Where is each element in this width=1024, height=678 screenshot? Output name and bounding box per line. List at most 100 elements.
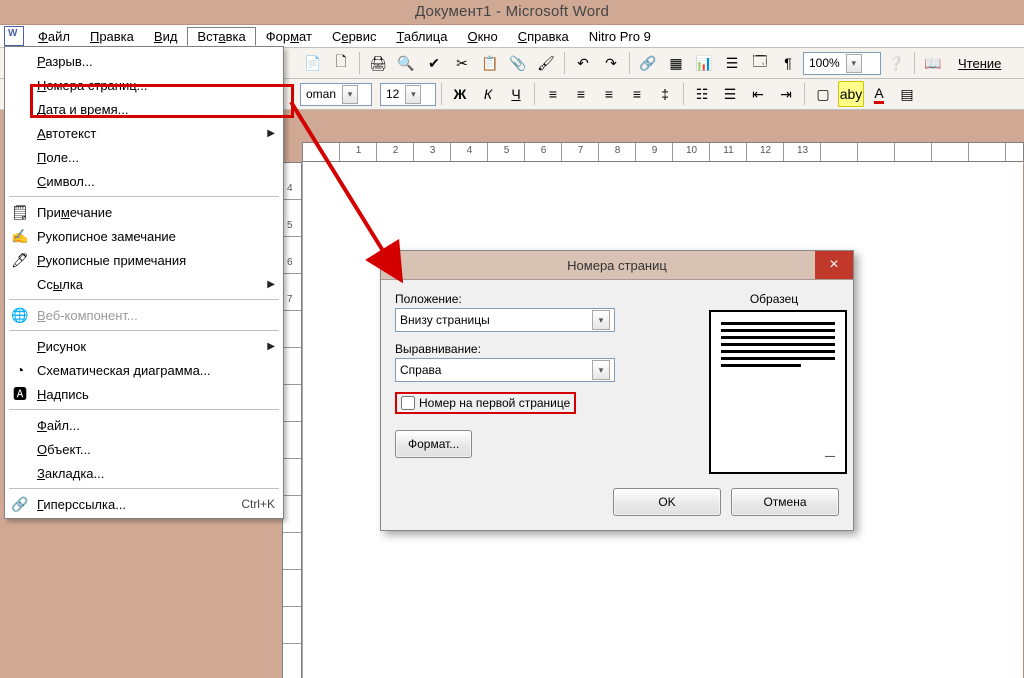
font-color-btn[interactable]: A <box>866 81 892 107</box>
dialog-title-bar[interactable]: Номера страниц × <box>381 251 853 280</box>
dialog-body: Положение: Внизу страницы ▾ Выравнивание… <box>381 280 853 530</box>
menu-справка[interactable]: Справка <box>508 27 579 46</box>
underline-btn[interactable]: Ч <box>503 81 529 107</box>
borders-btn[interactable]: ▢ <box>810 81 836 107</box>
menu-nitro pro 9[interactable]: Nitro Pro 9 <box>579 27 661 46</box>
tool-btn[interactable]: ✔ <box>421 50 447 76</box>
align-right-btn[interactable]: ≡ <box>596 81 622 107</box>
cancel-button[interactable]: Отмена <box>731 488 839 516</box>
insert-menu-item[interactable]: Символ... <box>5 169 283 193</box>
font-combo[interactable]: oman ▾ <box>300 83 372 106</box>
tool-btn[interactable]: 🔗 <box>635 50 661 76</box>
align-select[interactable]: Справа ▾ <box>395 358 615 382</box>
blank-icon <box>7 439 33 459</box>
redo-btn[interactable]: ↷ <box>598 50 624 76</box>
bold-btn[interactable]: Ж <box>447 81 473 107</box>
outdent-btn[interactable]: ⇤ <box>745 81 771 107</box>
format-button[interactable]: Формат... <box>395 430 472 458</box>
ok-button[interactable]: OK <box>613 488 721 516</box>
list-num-btn[interactable]: ☷ <box>689 81 715 107</box>
menu-правка[interactable]: Правка <box>80 27 144 46</box>
menu-item-label: Символ... <box>37 174 275 189</box>
italic-btn[interactable]: К <box>475 81 501 107</box>
insert-menu-item[interactable]: Номера страниц... <box>5 73 283 97</box>
first-page-checkbox-row[interactable]: Номер на первой странице <box>395 392 576 414</box>
insert-menu-item[interactable]: 🖊Рукописные примечания <box>5 248 283 272</box>
list-bullet-btn[interactable]: ☰ <box>717 81 743 107</box>
position-select[interactable]: Внизу страницы ▾ <box>395 308 615 332</box>
menu-item-label: Дата и время... <box>37 102 275 117</box>
menu-item-label: Автотекст <box>37 126 267 141</box>
font-size-combo[interactable]: 12 ▾ <box>380 83 436 106</box>
zoom-combo[interactable]: 100% ▾ <box>803 52 881 75</box>
tool-btn[interactable]: 📎 <box>505 50 531 76</box>
tool-btn[interactable]: ▦ <box>663 50 689 76</box>
menu-вид[interactable]: Вид <box>144 27 188 46</box>
menu-separator <box>9 330 279 331</box>
align-justify-btn[interactable]: ≡ <box>624 81 650 107</box>
blank-icon <box>7 463 33 483</box>
line-spacing-btn[interactable]: ‡ <box>652 81 678 107</box>
sample-label: Образец <box>709 292 839 306</box>
reading-mode-btn[interactable]: Чтение <box>948 56 1011 71</box>
menu-item-label: Гиперссылка... <box>37 497 233 512</box>
paragraph-btn[interactable]: ¶ <box>775 50 801 76</box>
tool-btn[interactable]: ✂ <box>449 50 475 76</box>
ink-note-icon: 🖊 <box>7 250 33 270</box>
menu-separator <box>9 196 279 197</box>
insert-menu-item[interactable]: Автотекст▶ <box>5 121 283 145</box>
first-page-checkbox[interactable] <box>401 396 415 410</box>
help-btn[interactable]: ❔ <box>883 50 909 76</box>
tool-btn[interactable]: 📋 <box>477 50 503 76</box>
tool-btn[interactable]: ☰ <box>719 50 745 76</box>
tool-btn[interactable]: 📄 <box>300 50 326 76</box>
position-label: Положение: <box>395 292 689 306</box>
blank-icon <box>7 51 33 71</box>
menu-файл[interactable]: Файл <box>28 27 80 46</box>
close-button[interactable]: × <box>815 251 853 279</box>
read-icon[interactable]: 📖 <box>920 50 946 76</box>
menu-таблица[interactable]: Таблица <box>386 27 457 46</box>
insert-menu-item[interactable]: ✍Рукописное замечание <box>5 224 283 248</box>
insert-menu-item[interactable]: Ссылка▶ <box>5 272 283 296</box>
align-center-btn[interactable]: ≡ <box>568 81 594 107</box>
insert-menu-item[interactable]: Разрыв... <box>5 49 283 73</box>
insert-menu-item[interactable]: Дата и время... <box>5 97 283 121</box>
page-numbers-dialog: Номера страниц × Положение: Внизу страни… <box>380 250 854 531</box>
highlight-btn[interactable]: aby <box>838 81 864 107</box>
menu-окно[interactable]: Окно <box>457 27 507 46</box>
insert-menu-item[interactable]: 🗒Примечание <box>5 200 283 224</box>
menu-вставка[interactable]: Вставка <box>187 27 255 46</box>
tool-btn[interactable]: 🖨 <box>365 50 391 76</box>
tool-btn[interactable]: 🖌 <box>533 50 559 76</box>
menu-separator <box>9 299 279 300</box>
tool-btn[interactable]: ▤ <box>894 81 920 107</box>
indent-btn[interactable]: ⇥ <box>773 81 799 107</box>
menu-формат[interactable]: Формат <box>256 27 322 46</box>
tool-btn[interactable]: 🗋 <box>328 50 354 76</box>
link-icon: 🔗 <box>7 494 33 514</box>
insert-menu-item[interactable]: Объект... <box>5 437 283 461</box>
ok-label: OK <box>658 495 675 509</box>
insert-menu-item[interactable]: Рисунок▶ <box>5 334 283 358</box>
menu-item-label: Схематическая диаграмма... <box>37 363 275 378</box>
chevron-down-icon: ▾ <box>846 54 862 73</box>
font-size-value: 12 <box>386 87 399 101</box>
insert-menu-item[interactable]: 🅰Надпись <box>5 382 283 406</box>
insert-menu-item[interactable]: Файл... <box>5 413 283 437</box>
dialog-title: Номера страниц <box>567 258 667 273</box>
insert-menu-item[interactable]: Закладка... <box>5 461 283 485</box>
dialog-left-col: Положение: Внизу страницы ▾ Выравнивание… <box>395 292 689 516</box>
horizontal-ruler[interactable]: 12345678910111213 <box>302 142 1024 162</box>
menu-сервис[interactable]: Сервис <box>322 27 387 46</box>
tool-btn[interactable]: 🗔 <box>747 50 773 76</box>
tool-btn[interactable]: 🔍 <box>393 50 419 76</box>
insert-menu-item[interactable]: ◔Схематическая диаграмма... <box>5 358 283 382</box>
align-label: Выравнивание: <box>395 342 689 356</box>
tool-btn[interactable]: 📊 <box>691 50 717 76</box>
align-left-btn[interactable]: ≡ <box>540 81 566 107</box>
insert-menu-item[interactable]: Поле... <box>5 145 283 169</box>
insert-menu-item[interactable]: 🔗Гиперссылка...Ctrl+K <box>5 492 283 516</box>
undo-btn[interactable]: ↶ <box>570 50 596 76</box>
vertical-ruler[interactable]: 4567 <box>282 162 302 678</box>
